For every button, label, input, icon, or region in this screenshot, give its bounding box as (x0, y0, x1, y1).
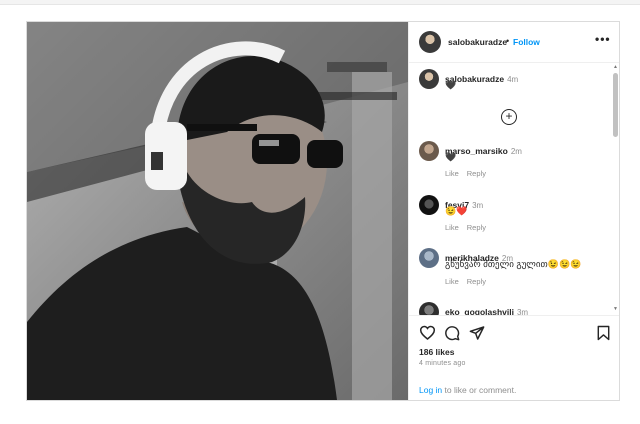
page-top-border (0, 0, 640, 5)
scrollbar-thumb[interactable] (613, 73, 618, 137)
comment-time: 3m (472, 201, 484, 210)
bookmark-icon[interactable] (597, 325, 610, 341)
follow-button[interactable]: Follow (513, 37, 540, 47)
post-photo[interactable] (27, 22, 408, 400)
reply-comment-button[interactable]: Reply (467, 223, 486, 232)
comment-text: 😉❤️ (445, 206, 468, 216)
like-comment-button[interactable]: Like (445, 277, 459, 286)
scroll-down-arrow-icon[interactable]: ▼ (613, 306, 618, 312)
login-link[interactable]: Log in (419, 385, 442, 395)
comment-avatar[interactable] (419, 248, 439, 268)
comment-avatar[interactable] (419, 302, 439, 315)
post-actions: 186 likes 4 minutes ago Log in to like o… (409, 315, 619, 401)
reply-comment-button[interactable]: Reply (467, 277, 486, 286)
header-separator: • (506, 36, 510, 46)
comment-actions: Like Reply (445, 277, 494, 286)
post-side-panel: salobakuradze • Follow ••• salobakuradze… (408, 22, 619, 400)
comment-text: გწუნვარ მთელი გულით😉😉😉 (445, 259, 582, 269)
caption-avatar[interactable] (419, 69, 439, 89)
comment-time: 3m (516, 308, 529, 315)
author-avatar[interactable] (419, 31, 441, 53)
like-comment-button[interactable]: Like (445, 223, 459, 232)
comment-header: eko_gogolashvili 3m (445, 302, 528, 315)
instagram-post-embed: salobakuradze • Follow ••• salobakuradze… (26, 21, 620, 401)
load-more-comments-button[interactable]: + (501, 109, 517, 125)
comment-actions: Like Reply (445, 169, 494, 178)
caption-time: 4m (507, 75, 519, 84)
more-options-icon[interactable]: ••• (595, 32, 611, 46)
comment-actions: Like Reply (445, 223, 494, 232)
photo-illustration (27, 22, 408, 400)
comment-time: 2m (510, 147, 522, 156)
reply-comment-button[interactable]: Reply (467, 169, 486, 178)
login-prompt: Log in to like or comment. (419, 385, 516, 395)
scroll-up-arrow-icon[interactable]: ▲ (613, 64, 618, 70)
comment-username[interactable]: eko_gogolashvili (445, 307, 514, 315)
author-username[interactable]: salobakuradze (448, 37, 507, 47)
likes-count[interactable]: 186 likes (419, 347, 454, 357)
comment-header: marso_marsiko 2m (445, 141, 522, 159)
comment-text: 🖤 (445, 152, 457, 162)
post-header: salobakuradze • Follow ••• (409, 22, 619, 63)
caption-text: 🖤 (445, 80, 457, 90)
like-comment-button[interactable]: Like (445, 169, 459, 178)
share-icon[interactable] (469, 325, 485, 341)
comments-list: salobakuradze 4m 🖤 + marso_marsiko 2m 🖤 Li… (409, 63, 619, 315)
comment-icon[interactable] (444, 325, 460, 341)
post-timestamp: 4 minutes ago (419, 360, 466, 367)
heart-icon[interactable] (419, 325, 436, 340)
login-prompt-suffix: to like or comment. (442, 385, 517, 395)
comment-avatar[interactable] (419, 195, 439, 215)
comment-avatar[interactable] (419, 141, 439, 161)
